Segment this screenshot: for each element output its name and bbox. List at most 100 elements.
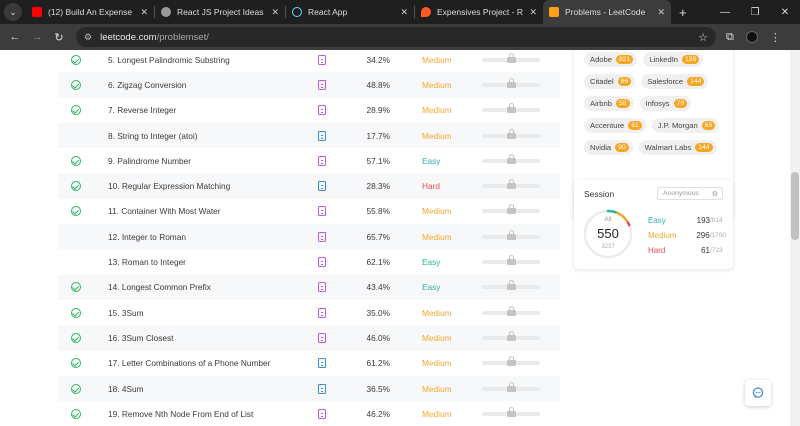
problem-title-link[interactable]: 11. Container With Most Water	[94, 206, 302, 216]
lock-icon[interactable]	[507, 77, 516, 88]
site-info-icon[interactable]: ⚙	[84, 32, 92, 43]
problem-title-link[interactable]: 8. String to Integer (atoi)	[94, 131, 302, 141]
table-row[interactable]: 6. Zigzag Conversion 48.8% Medium	[58, 72, 560, 98]
table-row[interactable]: 10. Regular Expression Matching 28.3% Hard	[58, 173, 560, 199]
problem-title-link[interactable]: 13. Roman to Integer	[94, 257, 302, 267]
solution-cell[interactable]	[302, 408, 342, 419]
table-row[interactable]: 14. Longest Common Prefix 43.4% Easy	[58, 274, 560, 300]
solution-doc-icon[interactable]	[318, 231, 326, 242]
problem-title-link[interactable]: 7. Reverse Integer	[94, 105, 302, 115]
back-icon[interactable]: ←	[4, 31, 26, 43]
solution-doc-icon[interactable]	[318, 105, 326, 116]
new-tab-icon[interactable]: +	[679, 5, 687, 20]
problem-title-link[interactable]: 12. Integer to Roman	[94, 232, 302, 242]
table-row[interactable]: 8. String to Integer (atoi) 17.7% Medium	[58, 122, 560, 149]
lock-icon[interactable]	[507, 280, 516, 291]
company-tag[interactable]: Accenture 61	[584, 118, 646, 133]
solution-doc-icon[interactable]	[318, 383, 326, 394]
extensions-icon[interactable]: ⧉	[726, 31, 734, 44]
solution-cell[interactable]	[302, 79, 342, 90]
close-tab-icon[interactable]: ✕	[140, 7, 148, 18]
close-tab-icon[interactable]: ✕	[657, 7, 665, 18]
company-tag[interactable]: Citadel 86	[584, 74, 636, 89]
solution-cell[interactable]	[302, 231, 342, 242]
table-row[interactable]: 17. Letter Combinations of a Phone Numbe…	[58, 351, 560, 376]
lock-icon[interactable]	[507, 406, 516, 417]
solution-doc-icon[interactable]	[318, 79, 326, 90]
company-tag[interactable]: Airbnb 58	[584, 96, 634, 111]
solution-cell[interactable]	[302, 358, 342, 369]
feedback-button[interactable]	[745, 380, 771, 406]
company-tag[interactable]: J.P. Morgan 65	[651, 118, 720, 133]
table-row[interactable]: 11. Container With Most Water 55.8% Medium	[58, 199, 560, 224]
solution-doc-icon[interactable]	[318, 307, 326, 318]
table-row[interactable]: 9. Palindrome Number 57.1% Easy	[58, 148, 560, 173]
minimize-icon[interactable]: —	[710, 7, 740, 18]
solution-doc-icon[interactable]	[318, 257, 326, 268]
solution-doc-icon[interactable]	[318, 130, 326, 141]
table-row[interactable]: 15. 3Sum 35.0% Medium	[58, 300, 560, 325]
problem-title-link[interactable]: 5. Longest Palindromic Substring	[94, 55, 302, 65]
problem-title-link[interactable]: 17. Letter Combinations of a Phone Numbe…	[94, 358, 302, 368]
profile-avatar[interactable]	[745, 31, 758, 43]
solution-doc-icon[interactable]	[318, 181, 326, 192]
company-tag[interactable]: LinkedIn 135	[643, 52, 704, 67]
forward-icon[interactable]: →	[26, 31, 48, 43]
close-tab-icon[interactable]: ✕	[529, 7, 537, 18]
reload-icon[interactable]: ↻	[48, 31, 70, 44]
scrollbar-thumb[interactable]	[791, 172, 799, 240]
solution-cell[interactable]	[302, 307, 342, 318]
solution-cell[interactable]	[302, 105, 342, 116]
solution-doc-icon[interactable]	[318, 358, 326, 369]
solution-doc-icon[interactable]	[318, 408, 326, 419]
solution-cell[interactable]	[302, 130, 342, 141]
problem-title-link[interactable]: 14. Longest Common Prefix	[94, 282, 302, 292]
problem-title-link[interactable]: 10. Regular Expression Matching	[94, 181, 302, 191]
gear-icon[interactable]: ⚙	[712, 190, 718, 198]
solution-cell[interactable]	[302, 332, 342, 343]
solution-doc-icon[interactable]	[318, 332, 326, 343]
problem-title-link[interactable]: 16. 3Sum Closest	[94, 333, 302, 343]
lock-icon[interactable]	[507, 52, 516, 63]
company-tag[interactable]: Infosys 79	[639, 96, 692, 111]
lock-icon[interactable]	[507, 381, 516, 392]
lock-icon[interactable]	[507, 356, 516, 367]
session-selector[interactable]: Anonymous ⚙	[657, 187, 723, 200]
problem-title-link[interactable]: 6. Zigzag Conversion	[94, 80, 302, 90]
lock-icon[interactable]	[507, 153, 516, 164]
solution-cell[interactable]	[302, 257, 342, 268]
lock-icon[interactable]	[507, 179, 516, 190]
bookmark-star-icon[interactable]: ☆	[698, 31, 708, 44]
table-row[interactable]: 12. Integer to Roman 65.7% Medium	[58, 224, 560, 250]
problem-title-link[interactable]: 18. 4Sum	[94, 384, 302, 394]
close-tab-icon[interactable]: ✕	[271, 7, 279, 18]
lock-icon[interactable]	[507, 255, 516, 266]
lock-icon[interactable]	[507, 330, 516, 341]
solution-cell[interactable]	[302, 206, 342, 217]
solution-doc-icon[interactable]	[318, 54, 326, 65]
solution-doc-icon[interactable]	[318, 155, 326, 166]
table-row[interactable]: 13. Roman to Integer 62.1% Easy	[58, 249, 560, 274]
scrollbar-track[interactable]	[790, 50, 800, 426]
lock-icon[interactable]	[507, 128, 516, 139]
table-row[interactable]: 7. Reverse Integer 28.9% Medium	[58, 98, 560, 123]
table-row[interactable]: 5. Longest Palindromic Substring 34.2% Med…	[58, 50, 560, 72]
solution-cell[interactable]	[302, 383, 342, 394]
browser-tab-leetcode[interactable]: Problems - LeetCode ✕	[543, 0, 671, 24]
lock-icon[interactable]	[507, 103, 516, 114]
solution-doc-icon[interactable]	[318, 206, 326, 217]
restore-icon[interactable]: ❐	[740, 7, 770, 18]
solution-cell[interactable]	[302, 282, 342, 293]
company-tag[interactable]: Adobe 821	[584, 52, 638, 67]
close-window-icon[interactable]: ✕	[770, 7, 800, 18]
lock-icon[interactable]	[507, 305, 516, 316]
close-tab-icon[interactable]: ✕	[400, 7, 408, 18]
table-row[interactable]: 16. 3Sum Closest 46.0% Medium	[58, 325, 560, 351]
problem-title-link[interactable]: 15. 3Sum	[94, 308, 302, 318]
browser-tab-react-ideas[interactable]: React JS Project Ideas ✕	[155, 0, 285, 24]
browser-tab-expensives[interactable]: Expensives Project - Realtim ✕	[415, 0, 543, 24]
lock-icon[interactable]	[507, 229, 516, 240]
solution-cell[interactable]	[302, 155, 342, 166]
solution-cell[interactable]	[302, 181, 342, 192]
company-tag[interactable]: Nvidia 90	[584, 140, 633, 155]
